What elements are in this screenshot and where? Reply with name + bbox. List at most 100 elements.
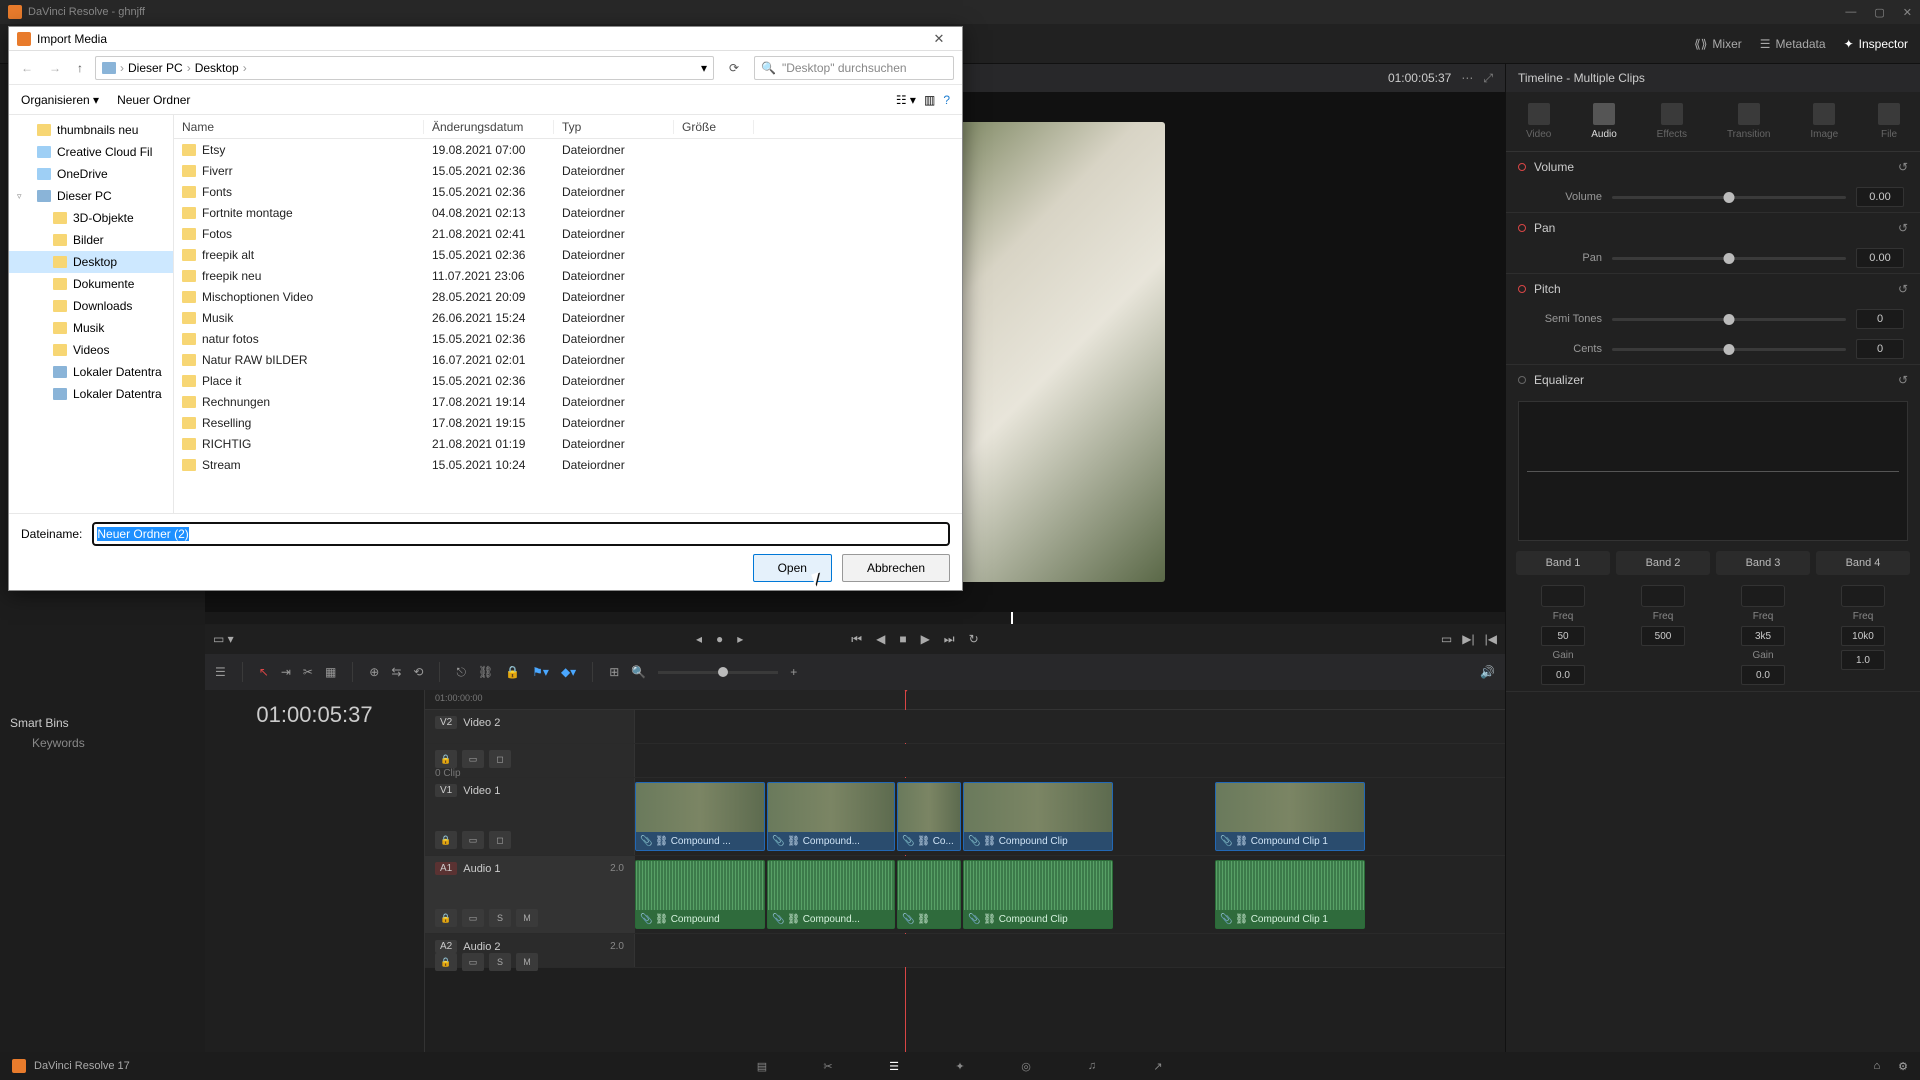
keywords-item[interactable]: Keywords — [10, 730, 195, 756]
chain-button[interactable]: ⛓ — [478, 665, 493, 679]
tab-image[interactable]: Image — [1810, 103, 1838, 140]
scrubber[interactable] — [205, 612, 1505, 624]
page-fusion[interactable]: ✦ — [951, 1057, 969, 1075]
disable-icon[interactable]: ◻ — [489, 750, 511, 768]
eq-band-tab[interactable]: Band 2 — [1616, 551, 1710, 575]
settings-button[interactable]: ⚙ — [1898, 1060, 1908, 1073]
loop-button[interactable]: ↻ — [969, 632, 979, 646]
sidebar-item[interactable]: Dokumente — [9, 273, 173, 295]
audio-mute-button[interactable]: 🔊 — [1480, 665, 1495, 679]
help-button[interactable]: ? — [943, 93, 950, 107]
audio-clip[interactable]: 📎 ⛓ Compound... — [767, 860, 895, 929]
home-button[interactable]: ⌂ — [1873, 1060, 1880, 1073]
file-row[interactable]: Musik26.06.2021 15:24Dateiordner — [174, 307, 962, 328]
flag-button[interactable]: ⚑▾ — [532, 665, 549, 679]
volume-slider[interactable] — [1612, 196, 1846, 199]
lock-button[interactable]: 🔒 — [505, 665, 520, 679]
track-a2-header[interactable]: A2Audio 22.0 🔒▭SM — [425, 934, 635, 967]
pan-slider[interactable] — [1612, 257, 1846, 260]
minimize-button[interactable]: — — [1845, 6, 1856, 19]
sidebar-item[interactable]: thumbnails neu — [9, 119, 173, 141]
semitone-slider[interactable] — [1612, 318, 1846, 321]
video-clip[interactable]: 📎 ⛓ Compound Clip 1 — [1215, 782, 1365, 851]
inspector-button[interactable]: ✦Inspector — [1844, 37, 1908, 51]
file-row[interactable]: freepik alt15.05.2021 02:36Dateiordner — [174, 244, 962, 265]
file-row[interactable]: Etsy19.08.2021 07:00Dateiordner — [174, 139, 962, 160]
eq-curve-select[interactable] — [1741, 585, 1785, 607]
metadata-button[interactable]: ☰Metadata — [1760, 37, 1826, 51]
page-fairlight[interactable]: ♫ — [1083, 1057, 1101, 1075]
time-ruler[interactable]: 01:00:00:00 — [425, 690, 1505, 710]
eq-curve-select[interactable] — [1841, 585, 1885, 607]
file-row[interactable]: Fotos21.08.2021 02:41Dateiordner — [174, 223, 962, 244]
tab-effects[interactable]: Effects — [1657, 103, 1687, 140]
tab-transition[interactable]: Transition — [1727, 103, 1771, 140]
sidebar-item[interactable]: Creative Cloud Fil — [9, 141, 173, 163]
tab-file[interactable]: File — [1878, 103, 1900, 140]
file-row[interactable]: freepik neu11.07.2021 23:06Dateiordner — [174, 265, 962, 286]
sidebar-item[interactable]: Downloads — [9, 295, 173, 317]
stop-button[interactable]: ■ — [899, 632, 906, 646]
file-row[interactable]: Fonts15.05.2021 02:36Dateiordner — [174, 181, 962, 202]
insert-tool[interactable]: ▦ — [325, 665, 336, 679]
zoom-slider[interactable] — [658, 671, 778, 674]
view-button[interactable]: ☷ ▾ — [896, 93, 916, 107]
eq-curve-select[interactable] — [1641, 585, 1685, 607]
refresh-button[interactable]: ⟳ — [722, 61, 746, 75]
ripple-button[interactable]: ⇆ — [391, 665, 401, 679]
file-row[interactable]: Natur RAW bILDER16.07.2021 02:01Dateiord… — [174, 349, 962, 370]
sidebar-item[interactable]: 3D-Objekte — [9, 207, 173, 229]
file-row[interactable]: Stream15.05.2021 10:24Dateiordner — [174, 454, 962, 475]
close-button[interactable]: ✕ — [1903, 6, 1912, 19]
file-row[interactable]: Rechnungen17.08.2021 19:14Dateiordner — [174, 391, 962, 412]
play-button[interactable]: ▶ — [921, 632, 930, 646]
audio-clip[interactable]: 📎 ⛓ — [897, 860, 961, 929]
prev-edit-icon[interactable]: ◂ — [696, 632, 702, 646]
audio-clip[interactable]: 📎 ⛓ Compound Clip — [963, 860, 1113, 929]
organize-button[interactable]: Organisieren ▾ — [21, 93, 99, 107]
snap-button[interactable]: ⊞ — [609, 665, 619, 679]
sidebar-item[interactable]: OneDrive — [9, 163, 173, 185]
next-frame-button[interactable]: ⏭ — [944, 632, 955, 647]
up-button[interactable]: ↑ — [73, 61, 87, 75]
trim-tool[interactable]: ⇥ — [281, 665, 291, 679]
selection-tool[interactable]: ↖ — [259, 665, 269, 679]
tracks-area[interactable]: 01:00:00:00 V2Video 2 🔒▭◻ 0 Clip — [425, 690, 1505, 1052]
append-button[interactable]: ⊕ — [369, 665, 379, 679]
col-size[interactable]: Größe — [674, 120, 754, 134]
file-row[interactable]: RICHTIG21.08.2021 01:19Dateiordner — [174, 433, 962, 454]
file-row[interactable]: Reselling17.08.2021 19:15Dateiordner — [174, 412, 962, 433]
tab-audio[interactable]: Audio — [1591, 103, 1617, 140]
go-start-button[interactable]: |◀ — [1485, 632, 1497, 646]
cents-slider[interactable] — [1612, 348, 1846, 351]
sidebar-item[interactable]: Bilder — [9, 229, 173, 251]
zoom-in-button[interactable]: + — [790, 665, 797, 679]
replace-button[interactable]: ⟲ — [413, 665, 423, 679]
sidebar-item[interactable]: Musik — [9, 317, 173, 339]
page-edit[interactable]: ☰ — [885, 1057, 903, 1075]
aspect-menu[interactable]: ▭ ▾ — [213, 632, 234, 646]
eq-curve-select[interactable] — [1541, 585, 1585, 607]
mixer-button[interactable]: ⟪⟫Mixer — [1694, 37, 1742, 51]
cancel-button[interactable]: Abbrechen — [842, 554, 950, 582]
col-date[interactable]: Änderungsdatum — [424, 120, 554, 134]
page-cut[interactable]: ✂ — [819, 1057, 837, 1075]
blade-tool[interactable]: ✂ — [303, 665, 313, 679]
auto-select-icon[interactable]: ▭ — [462, 750, 484, 768]
video-clip[interactable]: 📎 ⛓ Co... — [897, 782, 961, 851]
file-row[interactable]: Fortnite montage04.08.2021 02:13Dateiord… — [174, 202, 962, 223]
lock-icon[interactable]: 🔒 — [435, 750, 457, 768]
preview-button[interactable]: ▥ — [924, 93, 935, 107]
eq-band-tab[interactable]: Band 1 — [1516, 551, 1610, 575]
page-color[interactable]: ◎ — [1017, 1057, 1035, 1075]
eq-graph[interactable] — [1518, 401, 1908, 541]
tab-video[interactable]: Video — [1526, 103, 1551, 140]
file-row[interactable]: Place it15.05.2021 02:36Dateiordner — [174, 370, 962, 391]
eq-band-tab[interactable]: Band 3 — [1716, 551, 1810, 575]
file-row[interactable]: natur fotos15.05.2021 02:36Dateiordner — [174, 328, 962, 349]
sidebar-item[interactable]: ▿Dieser PC — [9, 185, 173, 207]
first-frame-button[interactable]: ⏮ — [851, 632, 862, 647]
audio-clip[interactable]: 📎 ⛓ Compound — [635, 860, 765, 929]
video-clip[interactable]: 📎 ⛓ Compound ... — [635, 782, 765, 851]
forward-button[interactable]: → — [45, 61, 65, 75]
